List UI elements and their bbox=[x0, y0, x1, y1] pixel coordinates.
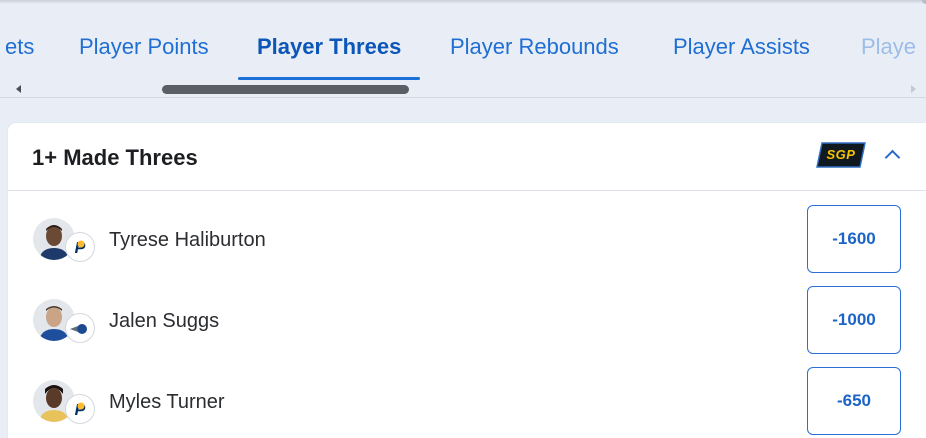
pacers-logo-icon: P bbox=[65, 232, 95, 262]
scroll-right-arrow-icon[interactable] bbox=[911, 85, 916, 93]
player-name: Myles Turner bbox=[109, 391, 225, 413]
scrollbar-thumb[interactable] bbox=[162, 85, 409, 94]
odds-button[interactable]: -1600 bbox=[807, 205, 901, 273]
chevron-up-icon[interactable] bbox=[884, 149, 901, 166]
player-row: Jalen Suggs -1000 bbox=[8, 280, 926, 361]
market-header[interactable]: 1+ Made Threes SGP bbox=[8, 123, 926, 191]
player-name: Jalen Suggs bbox=[109, 310, 220, 332]
top-shadow bbox=[0, 0, 926, 4]
tab-player-assists[interactable]: Player Assists bbox=[673, 20, 810, 82]
sgp-badge-label: SGP bbox=[826, 147, 856, 162]
magic-logo-icon bbox=[65, 313, 95, 343]
player-row: P Tyrese Haliburton -1600 bbox=[8, 199, 926, 280]
market-title: 1+ Made Threes bbox=[32, 145, 198, 170]
scroll-left-arrow-icon[interactable] bbox=[16, 85, 21, 93]
tab-player-more[interactable]: Playe bbox=[861, 20, 916, 82]
sgp-badge: SGP bbox=[816, 142, 866, 168]
tab-player-rebounds[interactable]: Player Rebounds bbox=[450, 20, 619, 82]
tabs-scrollbar[interactable] bbox=[0, 82, 926, 97]
tab-player-points[interactable]: Player Points bbox=[79, 20, 209, 82]
player-row: P Myles Turner -650 bbox=[8, 361, 926, 438]
divider bbox=[0, 97, 926, 98]
pacers-logo-icon: P bbox=[65, 394, 95, 424]
player-name: Tyrese Haliburton bbox=[109, 229, 266, 251]
odds-button[interactable]: -1000 bbox=[807, 286, 901, 354]
tab-markets[interactable]: ets bbox=[5, 20, 34, 82]
tab-player-threes[interactable]: Player Threes bbox=[237, 20, 421, 82]
odds-button[interactable]: -650 bbox=[807, 367, 901, 435]
market-tabs: ets Player Points Player Threes Player R… bbox=[0, 20, 926, 82]
market-card: 1+ Made Threes SGP P Tyrese Haliburton -… bbox=[8, 123, 926, 438]
